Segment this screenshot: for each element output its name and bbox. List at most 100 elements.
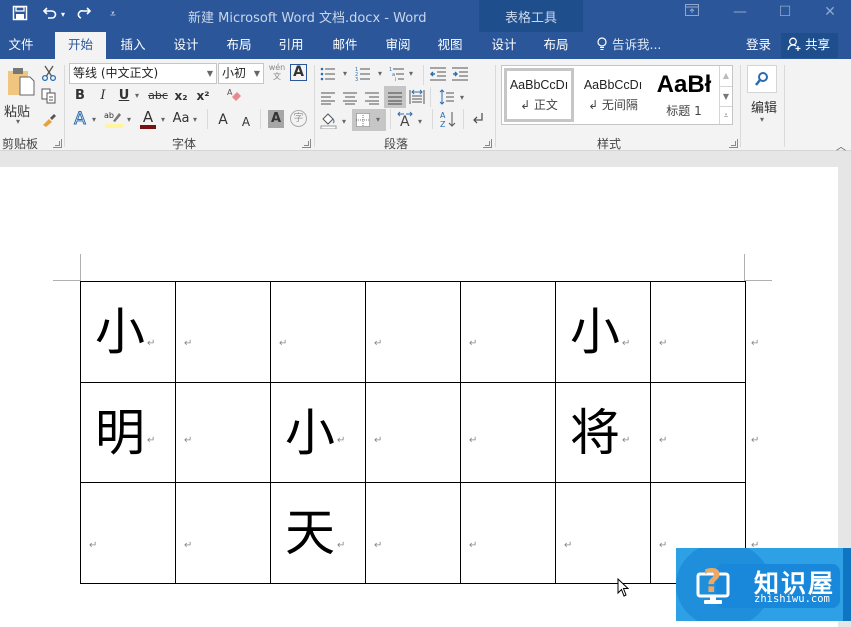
styles-scroll-down[interactable]: ▼ xyxy=(719,86,732,106)
chinese-layout-icon[interactable]: A xyxy=(396,111,414,131)
share-button[interactable]: 共享 xyxy=(781,33,838,58)
table-cell[interactable]: 明 ↵ xyxy=(80,381,176,483)
table-cell[interactable]: ↵ xyxy=(460,381,556,483)
style-normal[interactable]: AaBbCcDı ↲ 正文 xyxy=(504,68,574,122)
table-cell[interactable]: ↵ xyxy=(460,482,556,584)
paste-button[interactable]: 粘贴 ▾ xyxy=(4,65,36,126)
close-icon[interactable]: ✕ xyxy=(815,4,845,20)
font-name-combo[interactable]: 等线 (中文正文) ▼ xyxy=(69,63,217,84)
paragraph-dialog-launcher[interactable] xyxy=(483,139,492,148)
enclose-characters-button[interactable]: 字 xyxy=(290,110,307,127)
line-spacing-icon[interactable] xyxy=(439,89,455,109)
shading-icon[interactable] xyxy=(320,111,338,133)
table-cell[interactable]: ↵ xyxy=(365,482,461,584)
table-cell[interactable]: ↵ xyxy=(175,381,271,483)
tab-table-layout[interactable]: 布局 xyxy=(533,32,579,59)
find-button[interactable] xyxy=(747,65,777,93)
minimize-icon[interactable]: — xyxy=(725,4,755,20)
multilevel-list-dropdown-icon[interactable]: ▾ xyxy=(409,69,413,78)
table-cell[interactable]: 天 ↵ xyxy=(270,482,366,584)
undo-icon[interactable] xyxy=(42,5,58,27)
borders-button[interactable]: ▾ xyxy=(352,109,386,131)
underline-button[interactable]: U xyxy=(117,86,131,106)
strikethrough-button[interactable]: abc xyxy=(147,86,169,106)
phonetic-guide-button[interactable]: wén 文 xyxy=(268,63,286,81)
paste-dropdown-icon[interactable]: ▾ xyxy=(16,117,20,126)
cut-icon[interactable] xyxy=(41,65,57,85)
italic-button[interactable]: I xyxy=(96,86,110,106)
tab-design[interactable]: 设计 xyxy=(163,32,209,59)
justify-button[interactable] xyxy=(384,86,406,108)
numbering-dropdown-icon[interactable]: ▾ xyxy=(378,69,382,78)
styles-dialog-launcher[interactable] xyxy=(729,139,738,148)
multilevel-list-icon[interactable]: 1ai xyxy=(389,66,405,85)
style-no-spacing[interactable]: AaBbCcDı ↲ 无间隔 xyxy=(578,68,648,122)
table-cell[interactable]: 小 ↵ xyxy=(80,281,176,383)
subscript-button[interactable]: x₂ xyxy=(173,86,189,106)
table-cell[interactable]: ↵ xyxy=(80,482,176,584)
table-cell[interactable]: ↵ xyxy=(365,381,461,483)
undo-dropdown-icon[interactable]: ▾ xyxy=(61,5,65,25)
character-border-button[interactable]: A xyxy=(290,64,307,81)
superscript-button[interactable]: x² xyxy=(195,86,211,106)
sign-in-link[interactable]: 登录 xyxy=(746,32,771,59)
change-case-button[interactable]: Aa xyxy=(172,109,190,129)
numbering-icon[interactable]: 123 xyxy=(355,66,371,85)
text-effects-dropdown-icon[interactable]: ▾ xyxy=(92,115,96,124)
font-color-button[interactable]: A xyxy=(139,109,157,129)
font-size-dropdown-icon[interactable]: ▼ xyxy=(254,64,260,83)
underline-dropdown-icon[interactable]: ▾ xyxy=(135,91,139,100)
shading-dropdown-icon[interactable]: ▾ xyxy=(342,117,346,126)
text-effects-button[interactable]: A xyxy=(71,109,89,130)
save-icon[interactable] xyxy=(12,5,28,27)
grow-font-button[interactable]: A xyxy=(216,110,230,130)
borders-dropdown-icon[interactable]: ▾ xyxy=(376,115,380,124)
align-center-icon[interactable] xyxy=(342,90,358,109)
table-cell[interactable]: ↵ ↵ xyxy=(650,381,759,483)
format-painter-icon[interactable] xyxy=(41,111,57,131)
copy-icon[interactable] xyxy=(41,88,57,108)
show-marks-icon[interactable] xyxy=(470,111,486,131)
distributed-icon[interactable] xyxy=(409,89,425,109)
character-shading-button[interactable]: A xyxy=(268,110,284,128)
table-cell[interactable]: ↵ xyxy=(175,281,271,383)
decrease-indent-icon[interactable] xyxy=(430,66,446,85)
tab-table-design[interactable]: 设计 xyxy=(481,32,527,59)
increase-indent-icon[interactable] xyxy=(452,66,468,85)
line-spacing-dropdown-icon[interactable]: ▾ xyxy=(460,93,464,102)
clipboard-dialog-launcher[interactable] xyxy=(53,139,62,148)
tab-review[interactable]: 审阅 xyxy=(375,32,421,59)
font-dialog-launcher[interactable] xyxy=(302,139,311,148)
change-case-dropdown-icon[interactable]: ▾ xyxy=(193,115,197,124)
tab-view[interactable]: 视图 xyxy=(427,32,473,59)
tab-insert[interactable]: 插入 xyxy=(110,32,156,59)
tab-mailings[interactable]: 邮件 xyxy=(322,32,368,59)
editing-label[interactable]: 编辑 xyxy=(751,97,777,116)
bold-button[interactable]: B xyxy=(73,86,87,106)
table-cell[interactable]: ↵ xyxy=(175,482,271,584)
customize-qat-icon[interactable]: ⩡ xyxy=(110,5,116,25)
font-name-dropdown-icon[interactable]: ▼ xyxy=(207,64,213,83)
table-cell[interactable]: ↵ xyxy=(555,482,651,584)
highlight-dropdown-icon[interactable]: ▾ xyxy=(127,115,131,124)
align-left-icon[interactable] xyxy=(320,90,336,109)
highlight-icon[interactable]: ab xyxy=(104,110,124,132)
table-cell[interactable]: 小 ↵ xyxy=(270,381,366,483)
styles-more[interactable]: ⩡ xyxy=(719,106,732,124)
shrink-font-button[interactable]: A xyxy=(239,112,253,132)
table-cell[interactable]: ↵ xyxy=(270,281,366,383)
tell-me-box[interactable]: 告诉我... xyxy=(596,32,661,59)
chinese-layout-dropdown-icon[interactable]: ▾ xyxy=(418,117,422,126)
table-cell[interactable]: 小 ↵ xyxy=(555,281,651,383)
maximize-icon[interactable]: ☐ xyxy=(770,4,800,20)
table-cell[interactable]: ↵ xyxy=(460,281,556,383)
table-cell[interactable]: 将 ↵ xyxy=(555,381,651,483)
ribbon-display-options-icon[interactable] xyxy=(677,4,707,20)
bullets-dropdown-icon[interactable]: ▾ xyxy=(343,69,347,78)
tab-references[interactable]: 引用 xyxy=(268,32,314,59)
table-cell[interactable]: ↵ ↵ xyxy=(650,281,759,383)
redo-icon[interactable] xyxy=(76,5,92,27)
tab-layout[interactable]: 布局 xyxy=(216,32,262,59)
clear-formatting-icon[interactable]: A xyxy=(226,87,242,107)
align-right-icon[interactable] xyxy=(364,90,380,109)
